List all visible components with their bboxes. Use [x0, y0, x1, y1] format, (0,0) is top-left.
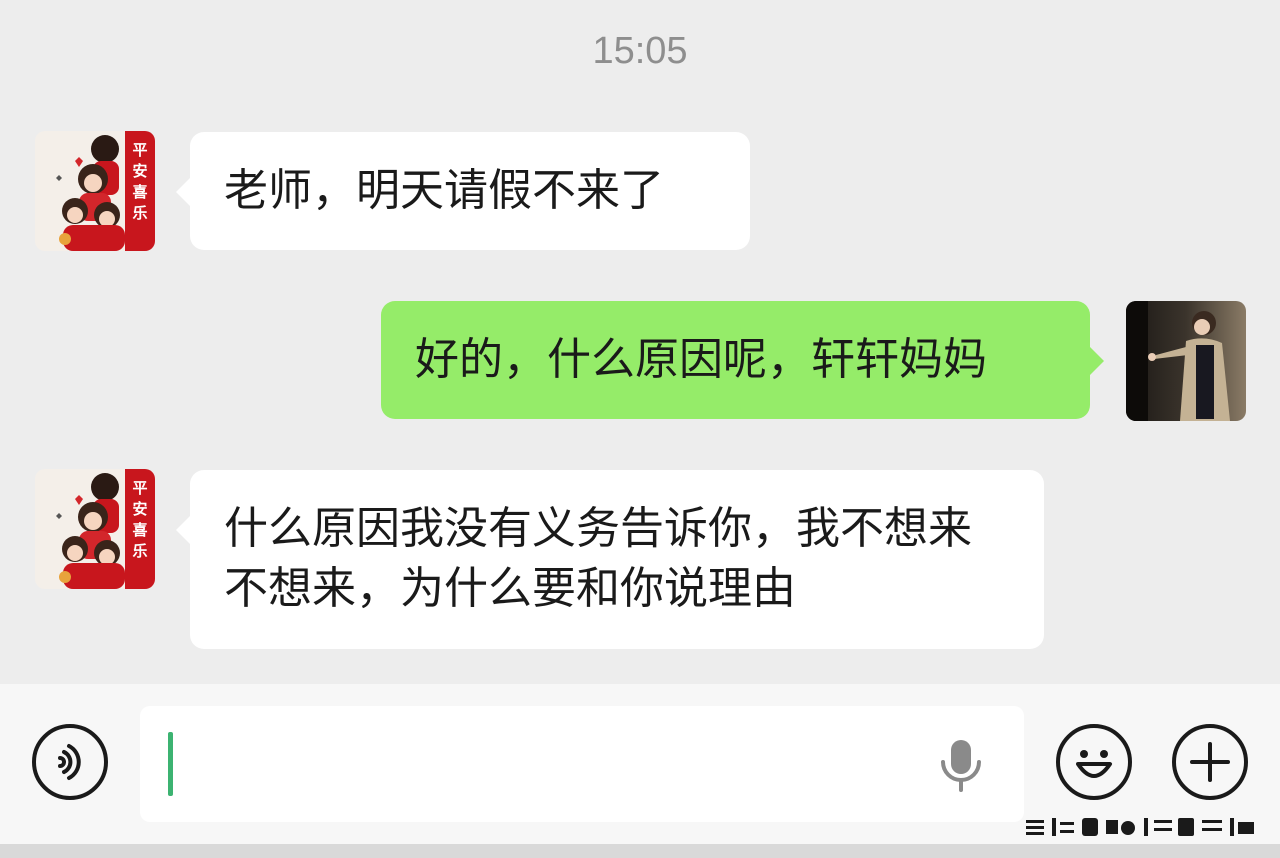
- incoming-message-bubble[interactable]: 老师，明天请假不来了: [176, 132, 750, 250]
- voice-toggle-button[interactable]: [32, 724, 108, 800]
- incoming-message-bubble[interactable]: 什么原因我没有义务告诉你，我不想来不想来，为什么要和你说理由: [176, 470, 1044, 649]
- contact-avatar[interactable]: 平 安 喜 乐: [35, 131, 155, 251]
- contact-avatar[interactable]: 平 安 喜 乐: [35, 469, 155, 589]
- plus-icon: [1190, 742, 1230, 782]
- message-text: 老师，明天请假不来了: [224, 165, 664, 216]
- bottom-strip: [0, 844, 1280, 858]
- more-options-button[interactable]: [1172, 724, 1248, 800]
- outgoing-message-bubble[interactable]: 好的，什么原因呢，轩轩妈妈: [381, 301, 1104, 419]
- chat-area: 15:05 平 安 喜 乐 老师，明天请假不来了 好的，什么原因呢，轩轩妈妈 平…: [0, 0, 1280, 684]
- avatar-stamp-char: 平: [132, 141, 147, 159]
- self-avatar[interactable]: [1126, 301, 1246, 421]
- emoji-button[interactable]: [1056, 724, 1132, 800]
- svg-text:平: 平: [132, 479, 147, 497]
- text-cursor: [168, 732, 173, 796]
- svg-text:安: 安: [132, 500, 147, 518]
- input-bar: [0, 684, 1280, 858]
- svg-text:喜: 喜: [132, 521, 147, 539]
- microphone-icon[interactable]: [936, 738, 986, 794]
- svg-text:乐: 乐: [132, 204, 147, 222]
- svg-text:喜: 喜: [132, 183, 147, 201]
- message-timestamp: 15:05: [592, 30, 688, 72]
- svg-text:乐: 乐: [132, 542, 147, 560]
- message-text: 什么原因我没有义务告诉你，我不想来不想来，为什么要和你说理由: [224, 503, 972, 614]
- watermark-logo: [1026, 818, 1254, 836]
- message-input[interactable]: [140, 706, 1024, 822]
- svg-text:安: 安: [132, 162, 147, 180]
- voice-mode-icon: [58, 744, 81, 780]
- message-text: 好的，什么原因呢，轩轩妈妈: [415, 334, 987, 385]
- emoji-smile-icon: [1076, 750, 1112, 778]
